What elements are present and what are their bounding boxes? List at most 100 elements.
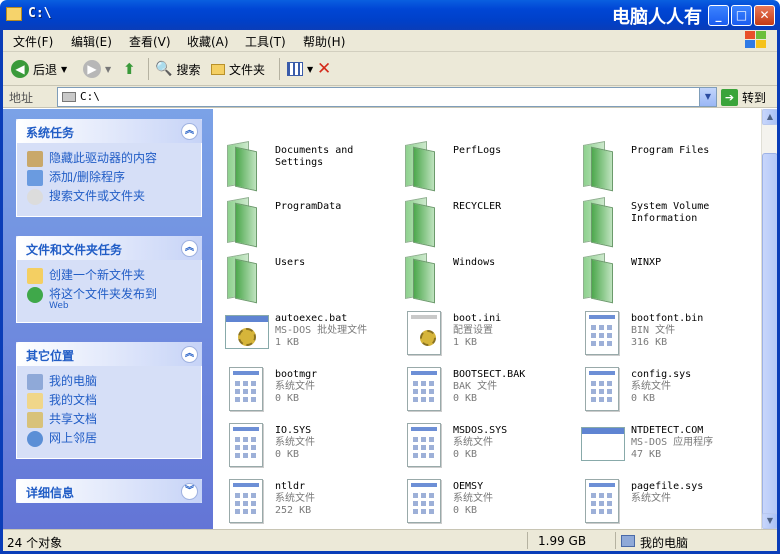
back-button[interactable]: ◀ 后退 ▼ (11, 59, 67, 79)
file-item[interactable]: BOOTSECT.BAK BAK 文件 0 KB (395, 359, 573, 411)
scroll-down-button[interactable]: ▼ (762, 513, 778, 529)
file-item[interactable]: boot.ini 配置设置 1 KB (395, 303, 573, 355)
hide-drive-contents-link[interactable]: 隐藏此驱动器的内容 (27, 151, 201, 167)
file-item[interactable]: bootmgr 系统文件 0 KB (217, 359, 395, 411)
menu-edit[interactable]: 编辑(E) (71, 33, 112, 50)
folder-icon (401, 139, 445, 192)
other-places-header[interactable]: 其它位置 ︽ (16, 342, 202, 366)
folder-item[interactable]: Users (217, 247, 395, 304)
file-info: IO.SYS 系统文件 0 KB (275, 425, 395, 461)
file-type: MS-DOS 应用程序 (631, 437, 714, 448)
file-info: BOOTSECT.BAK BAK 文件 0 KB (453, 369, 573, 405)
add-remove-icon (27, 170, 43, 186)
search-button[interactable]: 🔍 搜索 (155, 59, 200, 79)
system-file-icon (401, 363, 445, 411)
details-header[interactable]: 详细信息 ︾ (16, 479, 202, 503)
minimize-button[interactable]: _ (708, 5, 729, 26)
folders-label: 文件夹 (229, 62, 266, 77)
task-pane: 系统任务 ︽ 隐藏此驱动器的内容 添加/删除程序 搜索文件或文件夹 文件和文件夹… (3, 109, 213, 529)
up-folder-icon: ⬆ (123, 60, 136, 78)
publish-web-link[interactable]: 将这个文件夹发布到 Web (27, 287, 201, 311)
folder-item[interactable]: Documents and Settings (217, 135, 395, 192)
folder-item[interactable]: System Volume Information (573, 191, 751, 248)
file-item[interactable]: IO.SYS 系统文件 0 KB (217, 415, 395, 467)
chevron-down-icon: ▼ (105, 64, 112, 74)
file-name: Documents and Settings (275, 145, 354, 168)
folder-icon (211, 63, 225, 75)
address-input[interactable]: C:\ ▼ (57, 87, 717, 107)
file-item[interactable]: MSDOS.SYS 系统文件 0 KB (395, 415, 573, 467)
new-folder-link[interactable]: 创建一个新文件夹 (27, 268, 201, 284)
folder-icon (401, 195, 445, 248)
address-dropdown-button[interactable]: ▼ (699, 88, 716, 106)
folder-icon (6, 7, 22, 21)
file-type: BIN 文件 (631, 325, 676, 336)
file-name: bootfont.bin (631, 313, 704, 324)
expand-icon[interactable]: ︾ (181, 483, 198, 500)
file-tasks-header[interactable]: 文件和文件夹任务 ︽ (16, 236, 202, 260)
my-documents-link[interactable]: 我的文档 (27, 393, 201, 409)
application-icon (223, 307, 269, 351)
window-frame (0, 30, 3, 554)
search-files-link[interactable]: 搜索文件或文件夹 (27, 189, 201, 205)
status-separator (527, 532, 528, 549)
folder-item[interactable]: Program Files (573, 135, 751, 192)
new-folder-icon (27, 268, 43, 284)
file-item[interactable]: NTDETECT.COM MS-DOS 应用程序 47 KB (573, 415, 751, 467)
file-item[interactable]: config.sys 系统文件 0 KB (573, 359, 751, 411)
folder-item[interactable]: WINXP (573, 247, 751, 304)
up-button[interactable]: ⬆ (123, 59, 136, 79)
vertical-scrollbar[interactable]: ▲ ▼ (761, 109, 778, 529)
menu-favorites[interactable]: 收藏(A) (187, 33, 229, 50)
close-button[interactable]: ✕ (754, 5, 775, 26)
scroll-up-button[interactable]: ▲ (762, 109, 778, 125)
folders-button[interactable]: 文件夹 (211, 59, 265, 79)
file-size: 0 KB (453, 393, 478, 404)
file-item[interactable]: pagefile.sys 系统文件 (573, 471, 751, 523)
forward-button[interactable]: ▶ ▼ (83, 59, 111, 79)
network-places-link[interactable]: 网上邻居 (27, 431, 201, 447)
menu-view[interactable]: 查看(V) (129, 33, 171, 50)
other-places-title: 其它位置 (26, 349, 75, 363)
file-item[interactable]: ntldr 系统文件 252 KB (217, 471, 395, 523)
file-name: PerfLogs (453, 145, 502, 156)
collapse-icon[interactable]: ︽ (181, 240, 198, 257)
file-info: Windows (453, 257, 573, 269)
file-item[interactable]: bootfont.bin BIN 文件 316 KB (573, 303, 751, 355)
folder-item[interactable]: RECYCLER (395, 191, 573, 248)
back-arrow-icon: ◀ (11, 60, 29, 78)
file-type: BAK 文件 (453, 381, 498, 392)
total-size: 1.99 GB (538, 534, 587, 548)
folder-item[interactable]: PerfLogs (395, 135, 573, 192)
file-item[interactable]: autoexec.bat MS-DOS 批处理文件 1 KB (217, 303, 395, 355)
shared-documents-link[interactable]: 共享文档 (27, 412, 201, 428)
title-bar[interactable]: C:\ 电脑人人有 _ □ ✕ (0, 0, 780, 30)
file-name: MSDOS.SYS (453, 425, 508, 436)
go-arrow-icon: ➔ (721, 88, 738, 106)
maximize-button[interactable]: □ (731, 5, 752, 26)
my-computer-link[interactable]: 我的电脑 (27, 374, 201, 390)
go-button[interactable]: ➔ 转到 (721, 87, 766, 107)
file-size: 0 KB (631, 393, 656, 404)
system-tasks-header[interactable]: 系统任务 ︽ (16, 119, 202, 143)
file-item[interactable]: OEMSY 系统文件 0 KB (395, 471, 573, 523)
collapse-icon[interactable]: ︽ (181, 123, 198, 140)
folder-item[interactable]: Windows (395, 247, 573, 304)
file-info: autoexec.bat MS-DOS 批处理文件 1 KB (275, 313, 395, 349)
toolbar: ◀ 后退 ▼ ▶ ▼ ⬆ 🔍 搜索 文件夹 ▼ ✕ (3, 52, 777, 86)
menu-help[interactable]: 帮助(H) (303, 33, 345, 50)
folder-item[interactable]: ProgramData (217, 191, 395, 248)
application-icon (579, 419, 625, 463)
delete-button[interactable]: ✕ (317, 59, 331, 79)
scroll-thumb[interactable] (762, 153, 778, 523)
collapse-icon[interactable]: ︽ (181, 346, 198, 363)
menu-file[interactable]: 文件(F) (13, 33, 53, 50)
system-file-icon (401, 475, 445, 523)
add-remove-programs-link[interactable]: 添加/删除程序 (27, 170, 201, 186)
menu-tools[interactable]: 工具(T) (245, 33, 286, 50)
file-type: 系统文件 (453, 437, 493, 448)
details-title: 详细信息 (26, 486, 75, 500)
views-button[interactable]: ▼ (287, 59, 313, 79)
file-size: 316 KB (631, 337, 668, 348)
publish-web-icon (27, 287, 43, 303)
